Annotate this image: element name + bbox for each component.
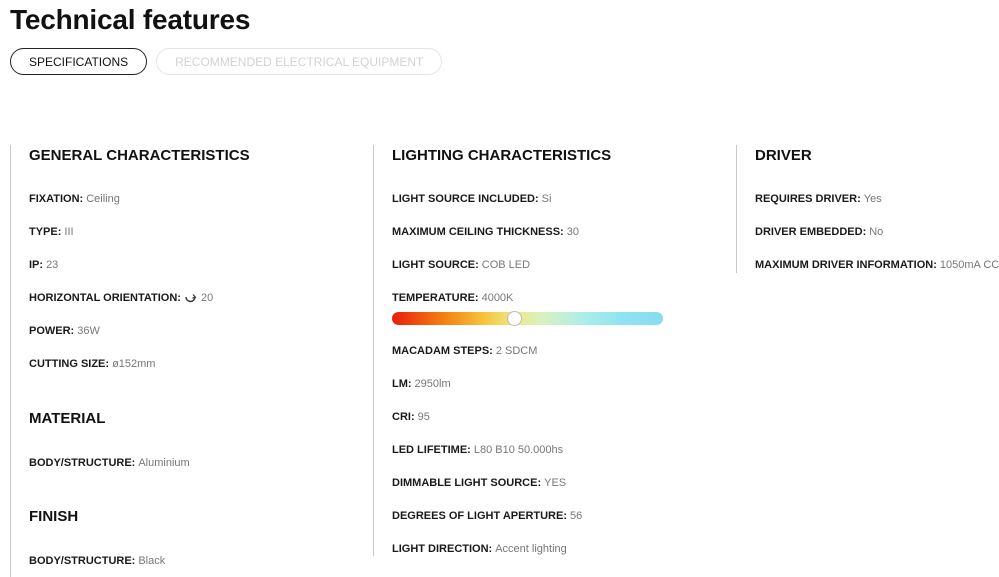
- spec-value: Si: [541, 193, 552, 205]
- spec-row-led-lifetime: LED LIFETIME: L80 B10 50.000hs: [392, 443, 563, 457]
- spec-row-max-ceiling-thickness: MAXIMUM CEILING THICKNESS: 30: [392, 225, 579, 239]
- section-title-driver: DRIVER: [755, 147, 812, 164]
- spec-row-fixation: FIXATION: Ceiling: [29, 192, 120, 206]
- spec-value: 4000K: [481, 292, 514, 304]
- spec-row-finish-body: BODY/STRUCTURE: Black: [29, 554, 165, 568]
- spec-label: LIGHT DIRECTION:: [392, 543, 493, 555]
- spec-row-light-source-included: LIGHT SOURCE INCLUDED: Si: [392, 192, 551, 206]
- spec-row-requires-driver: REQUIRES DRIVER: Yes: [755, 192, 882, 206]
- spec-label: CUTTING SIZE:: [29, 358, 110, 370]
- spec-label: LED LIFETIME:: [392, 444, 471, 456]
- section-title-material: MATERIAL: [29, 410, 106, 427]
- spec-label: MAXIMUM CEILING THICKNESS:: [392, 226, 564, 238]
- spec-value: 36W: [77, 325, 100, 337]
- spec-label: HORIZONTAL ORIENTATION:: [29, 292, 181, 304]
- spec-row-cutting-size: CUTTING SIZE: ø152mm: [29, 357, 155, 371]
- section-title-lighting: LIGHTING CHARACTERISTICS: [392, 147, 612, 164]
- spec-value: 1050mA CC: [939, 259, 999, 271]
- spec-row-cri: CRI: 95: [392, 410, 430, 424]
- tab-recommended-electrical-equipment[interactable]: RECOMMENDED ELECTRICAL EQUIPMENT: [156, 48, 443, 75]
- spec-row-ip: IP: 23: [29, 258, 58, 272]
- spec-row-macadam-steps: MACADAM STEPS: 2 SDCM: [392, 344, 537, 358]
- spec-label: CRI:: [392, 411, 415, 423]
- column-general: GENERAL CHARACTERISTICS FIXATION: Ceilin…: [10, 145, 250, 577]
- spec-row-temperature: TEMPERATURE: 4000K: [392, 291, 513, 305]
- spec-row-driver-embedded: DRIVER EMBEDDED: No: [755, 225, 883, 239]
- spec-row-light-direction: LIGHT DIRECTION: Accent lighting: [392, 542, 567, 556]
- spec-label: REQUIRES DRIVER:: [755, 193, 861, 205]
- page-title: Technical features: [10, 4, 251, 35]
- spec-label: TYPE:: [29, 226, 62, 238]
- spec-row-aperture: DEGREES OF LIGHT APERTURE: 56: [392, 509, 582, 523]
- column-lighting: LIGHTING CHARACTERISTICS LIGHT SOURCE IN…: [373, 145, 663, 556]
- spec-label: POWER:: [29, 325, 75, 337]
- spec-value: Aluminium: [138, 457, 190, 469]
- spec-row-light-source: LIGHT SOURCE: COB LED: [392, 258, 530, 272]
- rotate-icon: [184, 293, 197, 304]
- spec-row-dimmable: DIMMABLE LIGHT SOURCE: YES: [392, 476, 566, 490]
- spec-row-type: TYPE: III: [29, 225, 74, 239]
- spec-value: 20: [200, 292, 214, 304]
- spec-row-horizontal-orientation: HORIZONTAL ORIENTATION: 20: [29, 291, 213, 305]
- spec-row-material-body: BODY/STRUCTURE: Aluminium: [29, 456, 190, 470]
- spec-label: LIGHT SOURCE INCLUDED:: [392, 193, 539, 205]
- spec-value: 30: [566, 226, 579, 238]
- spec-value: 95: [417, 411, 430, 423]
- temperature-scale: [392, 311, 663, 326]
- spec-label: DEGREES OF LIGHT APERTURE:: [392, 510, 567, 522]
- section-title-general: GENERAL CHARACTERISTICS: [29, 147, 250, 164]
- spec-value: Yes: [863, 193, 882, 205]
- spec-label: LIGHT SOURCE:: [392, 259, 479, 271]
- spec-label: BODY/STRUCTURE:: [29, 457, 136, 469]
- spec-value: 2950lm: [414, 378, 451, 390]
- temperature-marker: [507, 311, 522, 326]
- spec-value: 56: [570, 510, 583, 522]
- spec-label: LM:: [392, 378, 412, 390]
- column-driver: DRIVER REQUIRES DRIVER: Yes DRIVER EMBED…: [736, 145, 999, 273]
- spec-value: Black: [138, 555, 166, 567]
- spec-label: DIMMABLE LIGHT SOURCE:: [392, 477, 542, 489]
- spec-value: L80 B10 50.000hs: [473, 444, 564, 456]
- spec-label: FIXATION:: [29, 193, 84, 205]
- spec-value: III: [64, 226, 74, 238]
- spec-value: Accent lighting: [495, 543, 567, 555]
- spec-row-lm: LM: 2950lm: [392, 377, 451, 391]
- spec-value: Ceiling: [86, 193, 120, 205]
- spec-label: IP:: [29, 259, 44, 271]
- spec-row-power: POWER: 36W: [29, 324, 100, 338]
- tab-bar: SPECIFICATIONS RECOMMENDED ELECTRICAL EQ…: [10, 48, 443, 75]
- spec-value: No: [869, 226, 884, 238]
- tab-specifications[interactable]: SPECIFICATIONS: [10, 48, 148, 75]
- spec-label: BODY/STRUCTURE:: [29, 555, 136, 567]
- spec-label: TEMPERATURE:: [392, 292, 479, 304]
- spec-label: MAXIMUM DRIVER INFORMATION:: [755, 259, 937, 271]
- spec-value: 23: [46, 259, 59, 271]
- spec-value: 2 SDCM: [495, 345, 538, 357]
- spec-label: DRIVER EMBEDDED:: [755, 226, 867, 238]
- spec-value: ø152mm: [112, 358, 156, 370]
- spec-value: COB LED: [481, 259, 531, 271]
- spec-label: MACADAM STEPS:: [392, 345, 493, 357]
- section-title-finish: FINISH: [29, 508, 79, 525]
- spec-row-max-driver-info: MAXIMUM DRIVER INFORMATION: 1050mA CC: [755, 258, 999, 272]
- spec-value: YES: [544, 477, 567, 489]
